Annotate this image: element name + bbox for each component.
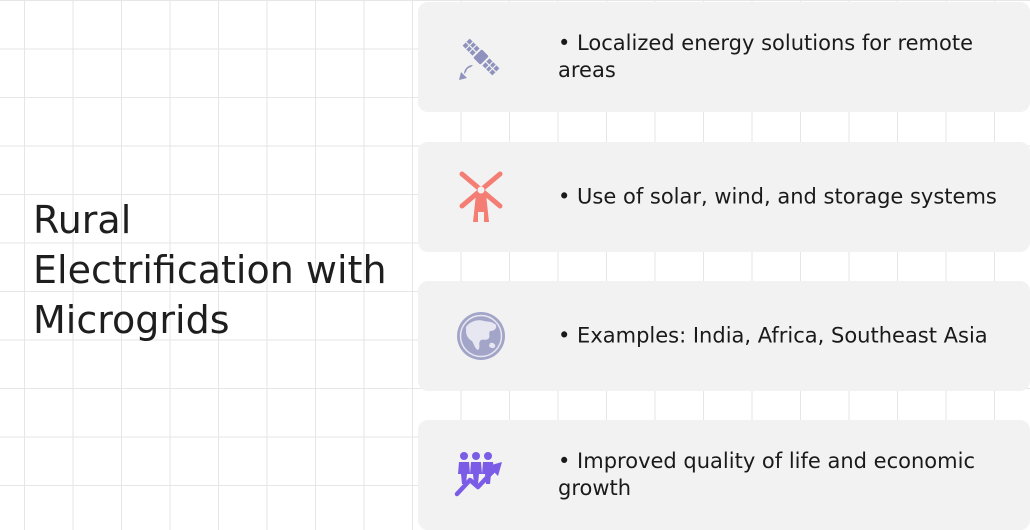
windmill-icon — [454, 170, 508, 224]
bullet-text: • Improved quality of life and economic … — [558, 449, 982, 500]
bullet-text: • Localized energy solutions for remote … — [558, 31, 980, 82]
bullet-card-quality-of-life: • Improved quality of life and economic … — [418, 420, 1030, 530]
bullet-text: • Examples: India, Africa, Southeast Asi… — [558, 323, 988, 348]
satellite-icon — [454, 30, 508, 84]
slide-title: Rural Electrification with Microgrids — [33, 198, 387, 342]
people-growth-icon — [454, 448, 508, 502]
bullet-card-examples: • Examples: India, Africa, Southeast Asi… — [418, 281, 1030, 391]
bullet-card-localized-energy: • Localized energy solutions for remote … — [418, 2, 1030, 112]
bullet-card-list: • Localized energy solutions for remote … — [418, 0, 1030, 530]
bullet-text: • Use of solar, wind, and storage system… — [558, 184, 997, 209]
globe-asia-icon — [454, 309, 508, 363]
bullet-card-solar-wind-storage: • Use of solar, wind, and storage system… — [418, 142, 1030, 252]
